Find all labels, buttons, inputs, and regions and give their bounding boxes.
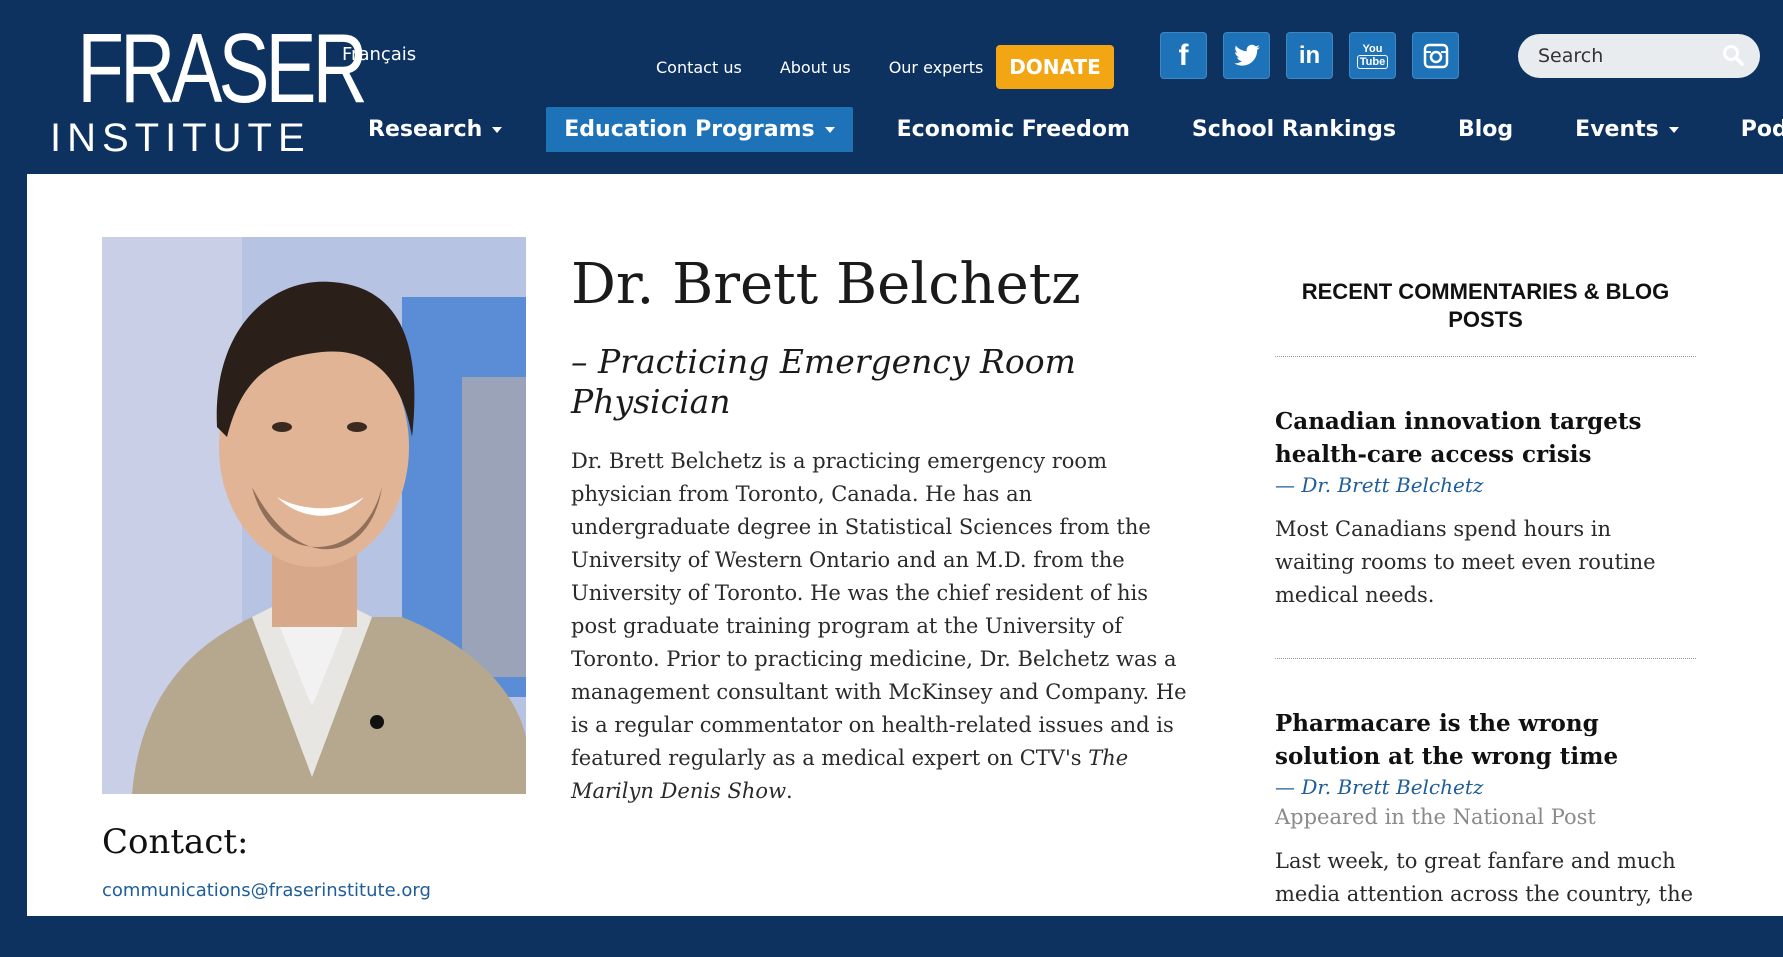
sidebar-heading: RECENT COMMENTARIES & BLOG POSTS <box>1275 278 1696 357</box>
search-icon[interactable] <box>1722 44 1744 66</box>
post-source: Appeared in the National Post <box>1275 805 1596 829</box>
twitter-icon[interactable] <box>1223 32 1270 79</box>
nav-research[interactable]: Research <box>350 107 520 152</box>
recent-posts-sidebar: RECENT COMMENTARIES & BLOG POSTS Canadia… <box>1275 278 1696 957</box>
bio-end: . <box>786 779 793 803</box>
contact-us-link[interactable]: Contact us <box>656 58 742 77</box>
post-author-link[interactable]: — Dr. Brett Belchetz <box>1275 473 1696 497</box>
expert-photo <box>102 237 526 794</box>
about-us-link[interactable]: About us <box>780 58 851 77</box>
list-item: Canadian innovation targets health-care … <box>1275 357 1696 659</box>
post-title-link[interactable]: Pharmacare is the wrong solution at the … <box>1275 707 1696 773</box>
nav-label: Research <box>368 117 483 142</box>
nav-school-rankings[interactable]: School Rankings <box>1174 107 1414 152</box>
logo-line1: FRASER <box>77 13 368 123</box>
chevron-down-icon <box>1668 126 1679 133</box>
chevron-down-icon <box>492 126 503 133</box>
main-nav: Research Education Programs Economic Fre… <box>350 107 1783 152</box>
search-box <box>1518 34 1760 78</box>
social-links: f in You Tube <box>1160 32 1459 79</box>
post-excerpt: Last week, to great fanfare and much med… <box>1275 849 1694 906</box>
nav-blog[interactable]: Blog <box>1440 107 1531 152</box>
our-experts-link[interactable]: Our experts <box>889 58 984 77</box>
chevron-down-icon <box>824 126 835 133</box>
youtube-icon[interactable]: You Tube <box>1349 32 1396 79</box>
nav-economic-freedom[interactable]: Economic Freedom <box>879 107 1148 152</box>
nav-label: Podcast <box>1740 117 1783 142</box>
nav-education-programs[interactable]: Education Programs <box>546 107 853 152</box>
main-content: Contact: communications@fraserinstitute.… <box>27 174 1783 916</box>
post-author-link[interactable]: — Dr. Brett Belchetz <box>1275 775 1696 799</box>
facebook-icon[interactable]: f <box>1160 32 1207 79</box>
list-item: Pharmacare is the wrong solution at the … <box>1275 659 1696 957</box>
expert-bio: Dr. Brett Belchetz is a practicing emerg… <box>571 445 1191 808</box>
language-link[interactable]: Français <box>342 44 416 65</box>
contact-email-link[interactable]: communications@fraserinstitute.org <box>102 880 431 901</box>
nav-label: Education Programs <box>564 117 815 142</box>
post-title-link[interactable]: Canadian innovation targets health-care … <box>1275 405 1696 471</box>
page-title: Dr. Brett Belchetz <box>571 252 1081 317</box>
post-excerpt: Most Canadians spend hours in waiting ro… <box>1275 517 1656 607</box>
linkedin-icon[interactable]: in <box>1286 32 1333 79</box>
expert-title: – Practicing Emergency Room Physician <box>571 342 1076 421</box>
nav-events[interactable]: Events <box>1557 107 1697 152</box>
nav-podcast[interactable]: Podcast <box>1723 107 1783 152</box>
nav-label: Events <box>1575 117 1659 142</box>
fraser-institute-logo[interactable]: FRASER INSTITUTE <box>50 13 368 160</box>
nav-label: School Rankings <box>1191 117 1396 142</box>
top-links: Contact us About us Our experts <box>656 58 1021 77</box>
nav-label: Economic Freedom <box>896 117 1130 142</box>
instagram-icon[interactable] <box>1412 32 1459 79</box>
nav-label: Blog <box>1458 117 1514 142</box>
bio-text: Dr. Brett Belchetz is a practicing emerg… <box>571 449 1187 770</box>
donate-button[interactable]: DONATE <box>996 45 1114 89</box>
search-input[interactable] <box>1536 44 1720 68</box>
contact-heading: Contact: <box>102 822 249 862</box>
site-header: FRASER INSTITUTE Français Contact us Abo… <box>0 0 1783 174</box>
